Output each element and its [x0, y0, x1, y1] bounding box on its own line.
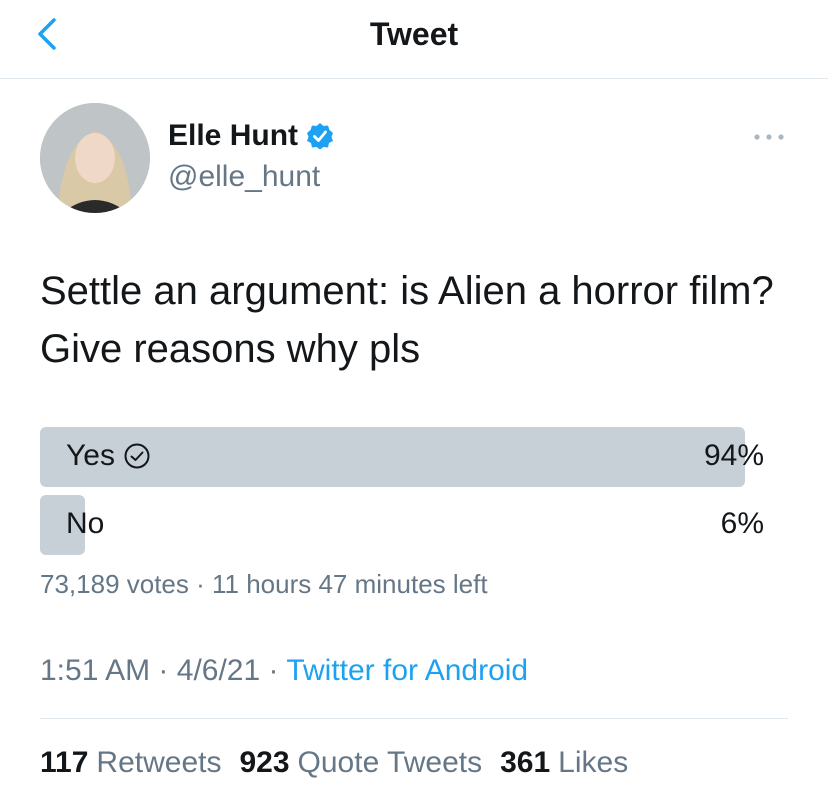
quote-tweets-label: Quote Tweets — [297, 746, 483, 779]
quote-tweets-count: 923 — [239, 746, 290, 779]
retweets-stat[interactable]: 117 Retweets — [40, 746, 221, 780]
separator: · — [158, 654, 169, 687]
likes-stat[interactable]: 361 Likes — [500, 746, 628, 780]
avatar[interactable] — [40, 103, 150, 213]
poll-summary: 73,189 votes · 11 hours 47 minutes left — [40, 569, 488, 599]
likes-label: Likes — [558, 746, 629, 779]
likes-count: 361 — [500, 746, 551, 779]
source-app-link[interactable]: Twitter for Android — [286, 654, 528, 687]
tweet-timestamp: 1:51 AM · 4/6/21 · Twitter for Android — [40, 654, 528, 688]
tweet-stats: 117 Retweets 923 Quote Tweets 361 Likes — [40, 746, 628, 780]
quote-tweets-stat[interactable]: 923 Quote Tweets — [239, 746, 482, 780]
more-options-icon[interactable] — [752, 128, 786, 146]
retweets-label: Retweets — [96, 746, 222, 779]
retweets-count: 117 — [40, 746, 89, 779]
author-handle[interactable]: @elle_hunt — [168, 160, 320, 194]
poll-option-percent: 6% — [720, 507, 764, 540]
top-bar: Tweet — [0, 0, 828, 79]
poll-option-label: Yes — [66, 439, 115, 472]
tweet-text: Settle an argument: is Alien a horror fi… — [40, 269, 774, 371]
poll-option-yes: Yes 94% — [40, 427, 790, 487]
poll-option-no: No 6% — [40, 495, 790, 555]
page-title: Tweet — [369, 16, 459, 52]
poll-option-percent: 94% — [703, 439, 764, 472]
tweet-date: 4/6/21 — [176, 654, 261, 687]
voted-check-icon — [124, 443, 150, 469]
author-name: Elle Hunt — [168, 119, 299, 152]
divider — [40, 718, 788, 719]
verified-badge-icon — [307, 123, 334, 150]
tweet-time: 1:51 AM — [40, 654, 151, 687]
poll-option-label: No — [66, 507, 105, 540]
author-name-row[interactable]: Elle Hunt — [168, 119, 334, 153]
separator: · — [268, 654, 279, 687]
